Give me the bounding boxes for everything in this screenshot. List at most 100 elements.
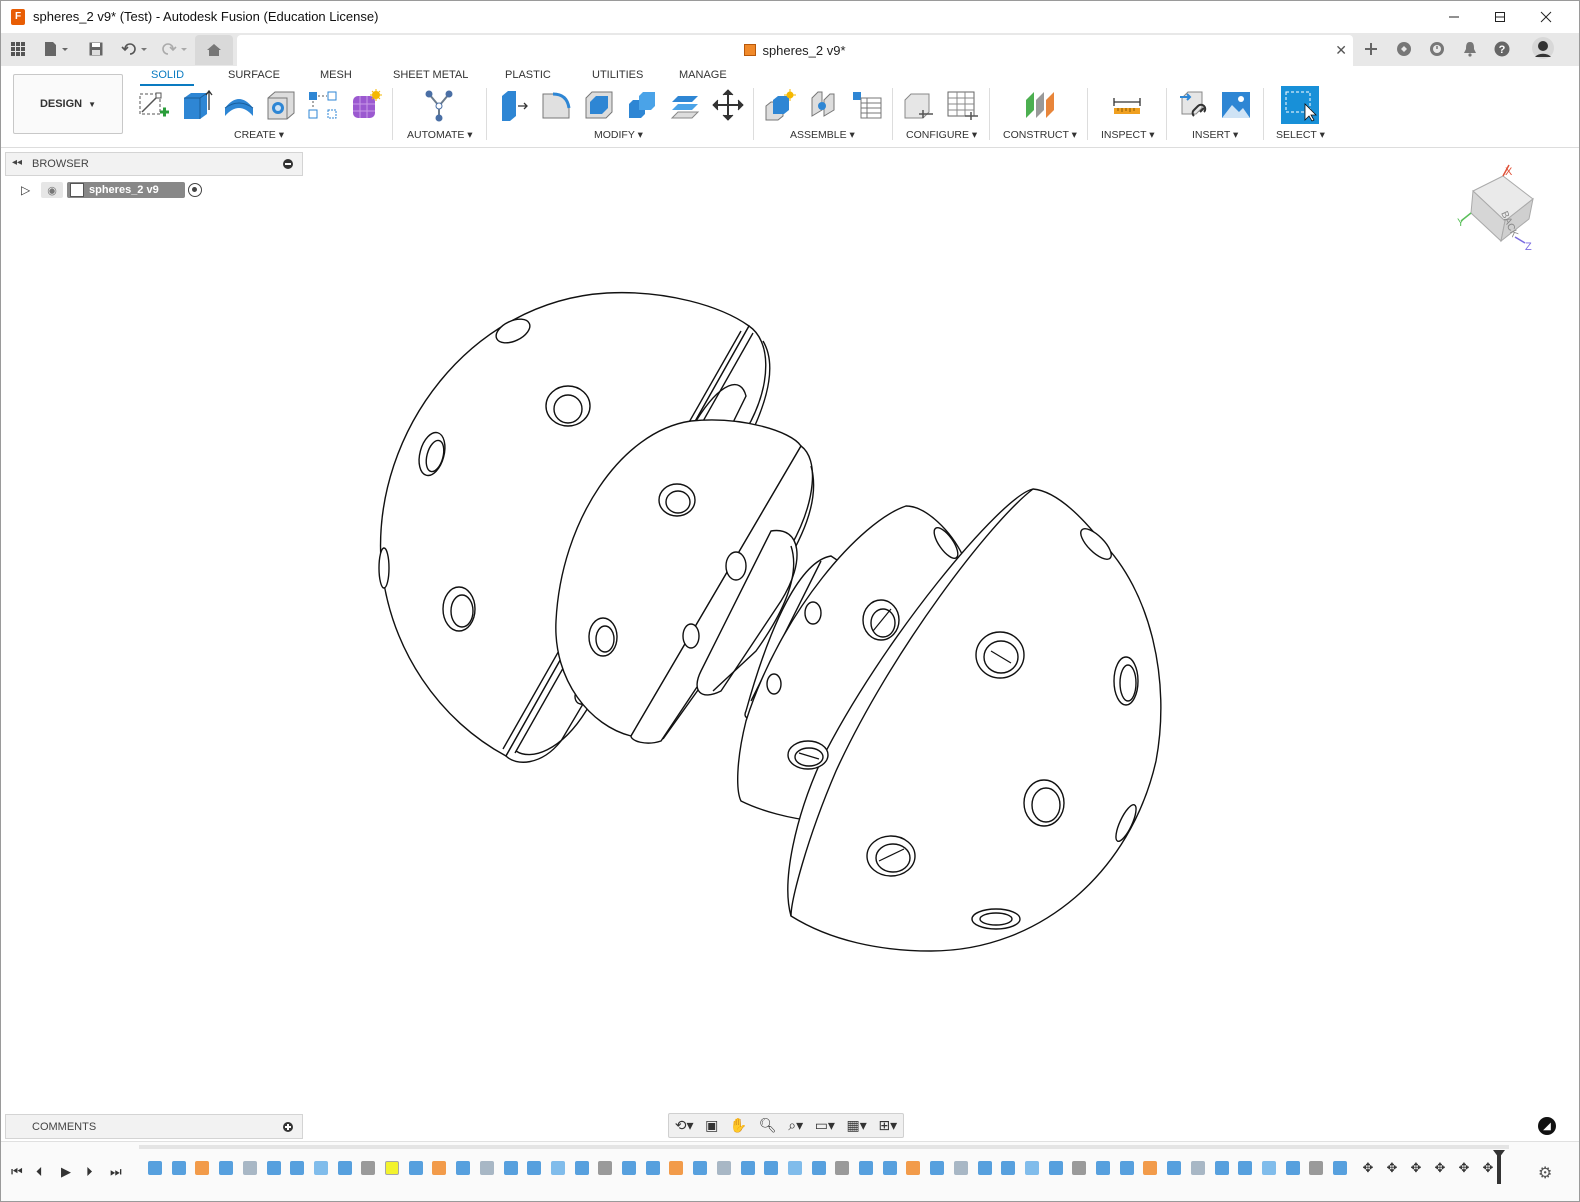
timeline-feature-icon[interactable] — [219, 1161, 234, 1175]
timeline-feature-icon[interactable] — [195, 1161, 210, 1175]
timeline-feature-icon[interactable] — [361, 1161, 376, 1175]
timeline-feature-icon[interactable] — [740, 1161, 755, 1175]
display-settings-icon[interactable]: ▭▾ — [815, 1117, 835, 1134]
timeline-feature-icon[interactable] — [1072, 1161, 1087, 1175]
grid-settings-icon[interactable]: ▦▾ — [847, 1117, 867, 1134]
group-modify[interactable]: MODIFY ▾ — [594, 129, 643, 141]
timeline-feature-icon[interactable] — [645, 1161, 660, 1175]
timeline-feature-icon[interactable] — [1048, 1161, 1063, 1175]
browser-tree-root[interactable]: ▷ ◉ spheres_2 v9 — [17, 181, 217, 201]
maximize-button-2[interactable] — [1477, 1, 1523, 32]
home-icon[interactable] — [195, 35, 233, 65]
timeline-feature-icon[interactable] — [1024, 1161, 1039, 1175]
timeline-move-feature-icon[interactable]: ✥ — [1361, 1161, 1375, 1175]
hole-button[interactable] — [263, 86, 299, 124]
browser-minimize-icon[interactable] — [283, 159, 293, 169]
timeline-feature-icon[interactable] — [953, 1161, 968, 1175]
configuration-table-button[interactable] — [944, 86, 980, 124]
viewports-icon[interactable]: ⊞▾ — [878, 1117, 897, 1134]
minimize-button-2[interactable] — [1431, 1, 1477, 32]
timeline-previous-icon[interactable]: ⏴ — [36, 1164, 43, 1180]
timeline-move-feature-icon[interactable]: ✥ — [1409, 1161, 1423, 1175]
timeline-move-feature-icon[interactable]: ✥ — [1457, 1161, 1471, 1175]
comments-panel[interactable]: COMMENTS — [5, 1114, 303, 1139]
group-assemble[interactable]: ASSEMBLE ▾ — [790, 129, 855, 141]
file-icon[interactable] — [41, 39, 71, 59]
look-at-icon[interactable]: ▣ — [705, 1117, 718, 1134]
timeline-feature-icon[interactable] — [171, 1161, 186, 1175]
help-icon[interactable]: ? — [1492, 39, 1512, 59]
timeline-feature-icon[interactable] — [408, 1161, 423, 1175]
timeline-feature-icon[interactable] — [598, 1161, 613, 1175]
configure-button[interactable] — [900, 86, 936, 124]
pan-hand-icon[interactable]: ✋ — [730, 1117, 747, 1134]
user-avatar[interactable] — [1531, 36, 1555, 60]
timeline-feature-icon[interactable] — [242, 1161, 257, 1175]
timeline-last-icon[interactable]: ⏭ — [110, 1164, 122, 1180]
automate-button[interactable] — [421, 86, 457, 124]
timeline-feature-icon[interactable] — [574, 1161, 589, 1175]
joint-button[interactable] — [805, 86, 841, 124]
offset-face-button[interactable] — [667, 86, 703, 124]
timeline-feature-icon[interactable] — [1190, 1161, 1205, 1175]
group-automate[interactable]: AUTOMATE ▾ — [407, 129, 473, 141]
close-window-button[interactable] — [1523, 1, 1569, 32]
pattern-button[interactable] — [305, 86, 341, 124]
create-sketch-button[interactable] — [135, 86, 171, 124]
timeline-feature-icon[interactable] — [1001, 1161, 1016, 1175]
timeline-feature-icon[interactable] — [148, 1161, 162, 1175]
undo-icon[interactable] — [119, 39, 149, 59]
timeline-feature-icon[interactable] — [1309, 1161, 1324, 1175]
group-construct[interactable]: CONSTRUCT ▾ — [1003, 129, 1077, 141]
viewcube[interactable]: BACK X Y Z — [1453, 161, 1543, 253]
fillet-button[interactable] — [538, 86, 574, 124]
group-select[interactable]: SELECT ▾ — [1276, 129, 1325, 141]
timeline-feature-icon[interactable] — [290, 1161, 305, 1175]
timeline-feature-icon[interactable] — [432, 1161, 447, 1175]
combine-button[interactable] — [624, 86, 660, 124]
timeline-feature-icon[interactable] — [266, 1161, 281, 1175]
timeline-feature-icon[interactable] — [527, 1161, 542, 1175]
extrude-button[interactable] — [178, 86, 214, 124]
timeline-feature-icon[interactable] — [930, 1161, 945, 1175]
bill-of-materials-button[interactable] — [848, 86, 884, 124]
timeline-feature-icon[interactable] — [503, 1161, 518, 1175]
timeline-next-icon[interactable]: ⏵ — [86, 1164, 93, 1180]
close-tab-icon[interactable]: ✕ — [1335, 42, 1347, 59]
tab-mesh[interactable]: MESH — [320, 69, 352, 81]
group-insert[interactable]: INSERT ▾ — [1192, 129, 1238, 141]
notifications-bell-icon[interactable] — [1460, 39, 1480, 59]
extensions-icon[interactable] — [1394, 39, 1414, 59]
timeline-scroll-track[interactable] — [139, 1145, 1509, 1149]
add-comment-icon[interactable] — [283, 1122, 293, 1132]
timeline-move-feature-icon[interactable]: ✥ — [1433, 1161, 1447, 1175]
timeline-feature-icon[interactable] — [1119, 1161, 1134, 1175]
timeline-move-feature-icon[interactable]: ✥ — [1385, 1161, 1399, 1175]
group-inspect[interactable]: INSPECT ▾ — [1101, 129, 1155, 141]
collapse-panel-icon[interactable]: ◂◂ — [12, 157, 22, 168]
insert-canvas-button[interactable] — [1218, 86, 1254, 124]
job-status-icon[interactable] — [1427, 39, 1447, 59]
orbit-icon[interactable]: ⟲▾ — [675, 1117, 694, 1134]
tab-manage[interactable]: MANAGE — [679, 69, 727, 81]
tab-solid[interactable]: SOLID — [151, 69, 184, 81]
create-form-button[interactable] — [348, 86, 384, 124]
timeline-feature-icon[interactable] — [1167, 1161, 1182, 1175]
autodesk-assistant-icon[interactable]: ◢ — [1538, 1117, 1556, 1135]
timeline-feature-icon[interactable] — [337, 1161, 352, 1175]
fit-zoom-icon[interactable]: ⌕▾ — [788, 1117, 803, 1134]
timeline-feature-icon[interactable] — [906, 1161, 921, 1175]
timeline-feature-icon[interactable] — [859, 1161, 873, 1175]
press-pull-button[interactable] — [495, 86, 531, 124]
new-tab-plus-icon[interactable] — [1361, 39, 1381, 59]
timeline-feature-icon[interactable] — [882, 1161, 897, 1175]
tab-sheet-metal[interactable]: SHEET METAL — [393, 69, 468, 81]
root-component-node[interactable]: spheres_2 v9 — [67, 182, 185, 198]
timeline-feature-icon[interactable] — [385, 1161, 399, 1175]
select-button[interactable] — [1281, 86, 1319, 124]
timeline-feature-icon[interactable] — [313, 1161, 328, 1175]
tab-utilities[interactable]: UTILITIES — [592, 69, 643, 81]
timeline-feature-icon[interactable] — [1143, 1161, 1158, 1175]
timeline-feature-icon[interactable] — [835, 1161, 850, 1175]
timeline-feature-icon[interactable] — [622, 1161, 636, 1175]
